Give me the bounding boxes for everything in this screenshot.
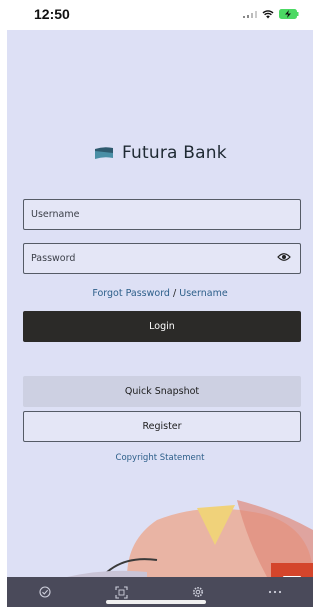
register-button[interactable]: Register [23,411,301,442]
forgot-username-link[interactable]: Username [179,288,227,299]
password-input[interactable] [31,253,261,264]
quick-snapshot-button[interactable]: Quick Snapshot [23,376,301,407]
forgot-separator: / [173,288,177,299]
gear-icon [193,587,204,597]
tab-check[interactable] [25,577,65,607]
eye-icon[interactable] [277,252,291,262]
futura-bank-logo [95,146,113,159]
wifi-icon [262,9,274,18]
brand-name: Futura Bank [122,143,227,163]
login-screen: Futura Bank Forgot Password / Username L… [7,30,313,577]
tab-more[interactable] [255,577,295,607]
login-button[interactable]: Login [23,311,301,342]
home-indicator [106,600,206,604]
more-icon [268,590,281,594]
brand: Futura Bank [94,143,227,163]
password-field[interactable] [23,243,301,274]
username-input[interactable] [31,209,261,220]
status-icons [243,7,299,21]
forgot-password-link[interactable]: Forgot Password [92,288,170,299]
status-time: 12:50 [34,6,70,22]
check-circle-icon [39,586,51,598]
scan-qr-icon [115,585,128,599]
forgot-credentials: Forgot Password / Username [7,288,313,299]
signal-icon [243,11,257,18]
username-field[interactable] [23,199,301,230]
decorative-illustration [67,500,313,577]
chat-button[interactable] [271,563,313,577]
battery-charging-icon [279,9,299,19]
status-bar: 12:50 [0,0,313,30]
